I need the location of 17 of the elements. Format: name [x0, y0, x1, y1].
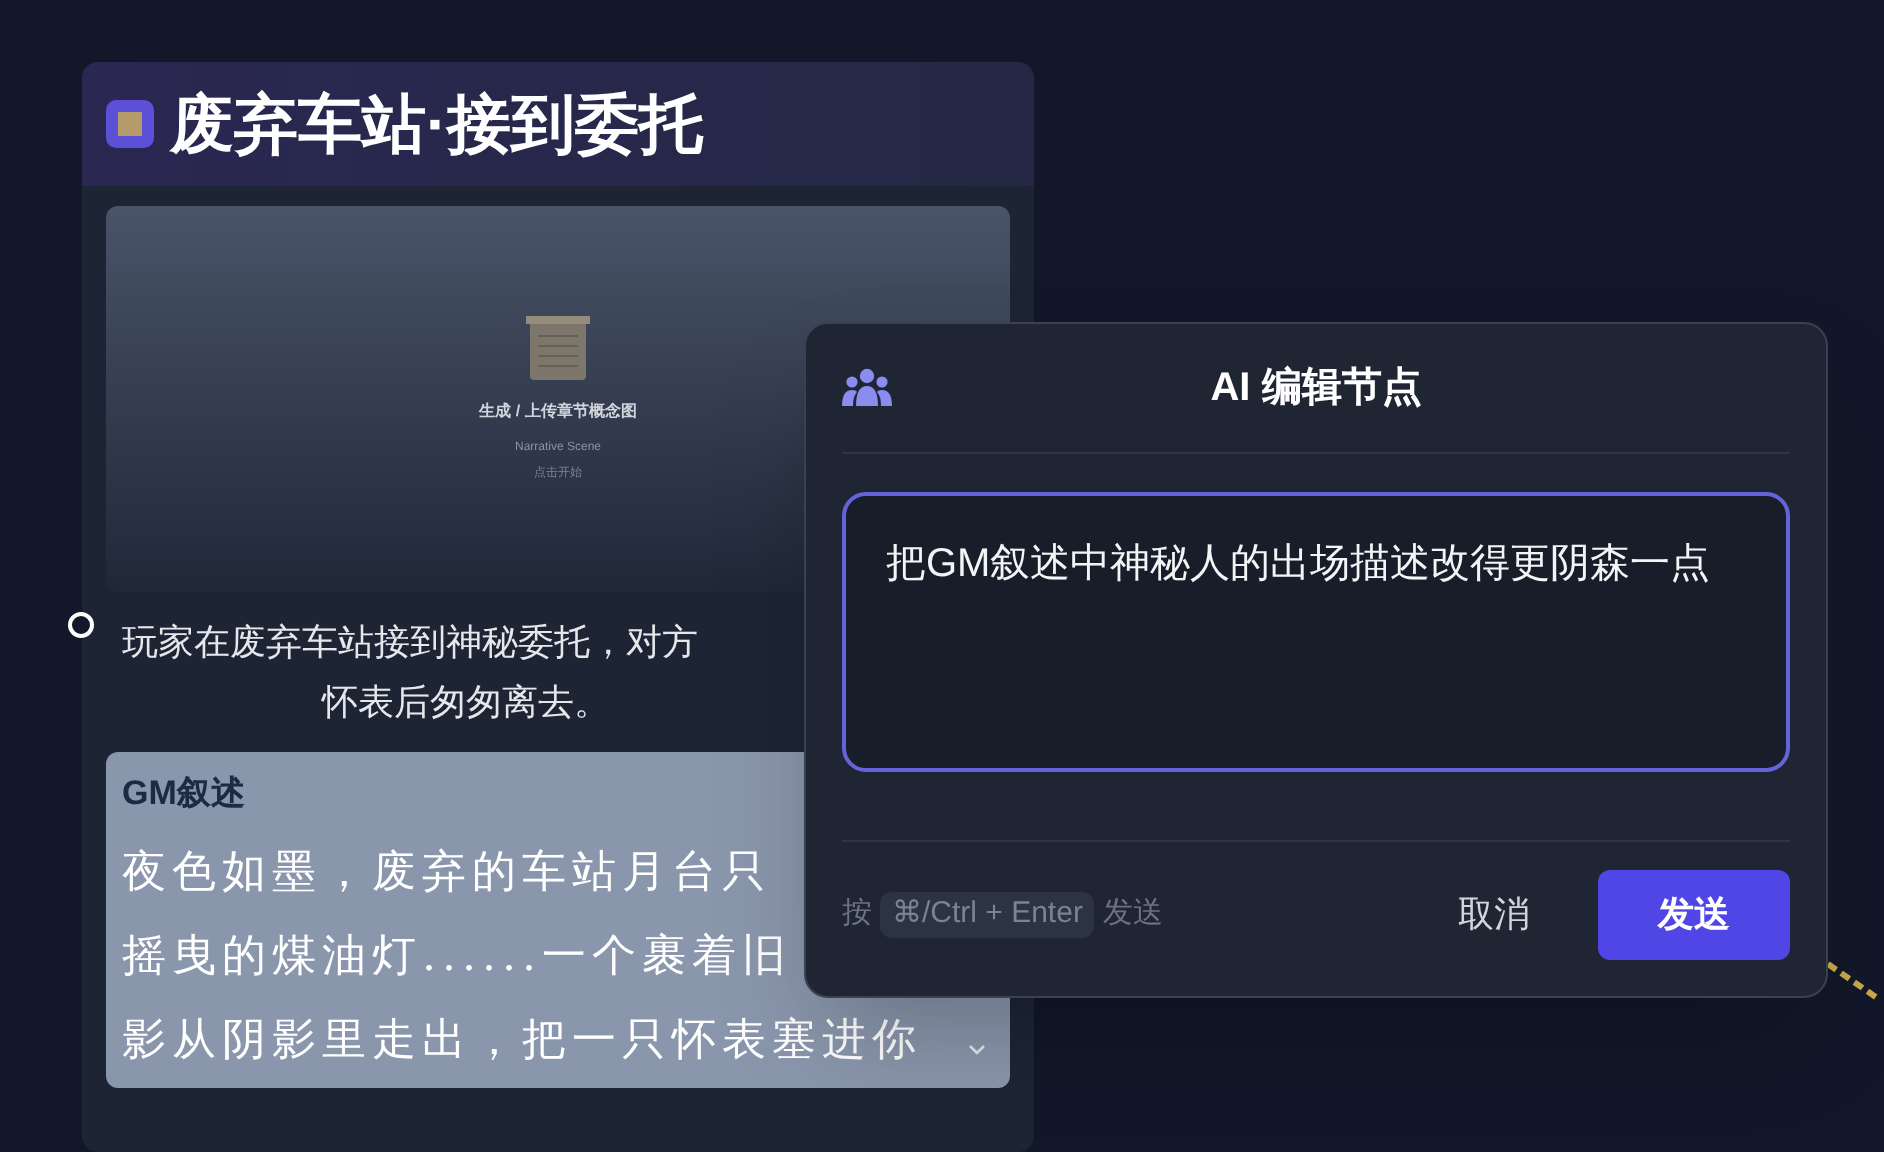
shortcut-key: ⌘/Ctrl + Enter: [880, 892, 1095, 938]
hint-text: 按: [842, 894, 872, 935]
hint-text: 发送: [1102, 894, 1163, 935]
dialog-title: AI 编辑节点: [1210, 363, 1422, 414]
summary-text: 怀表后匆匆离去。: [322, 680, 612, 726]
summary-text: 玩家在废弃车站接到神秘委托，对方: [122, 620, 698, 666]
send-button[interactable]: 发送: [1598, 870, 1790, 960]
prompt-field[interactable]: 把GM叙述中神秘人的出场描述改得更阴森一点: [842, 492, 1790, 772]
node-title: 废弃车站·接到委托: [170, 86, 704, 164]
narration-text: 影从阴影里走出，把一只怀表塞进你: [122, 1013, 922, 1069]
narration-text: 摇曳的煤油灯......一个裹着旧: [122, 929, 792, 985]
cancel-button[interactable]: 取消: [1434, 870, 1554, 960]
narration-text: 夜色如墨，废弃的车站月台只: [122, 845, 772, 901]
cover-title: 生成 / 上传章节概念图: [479, 399, 637, 423]
gm-label: GM叙述: [122, 772, 247, 816]
connection-handle[interactable]: [68, 612, 94, 638]
users-icon: [842, 368, 892, 408]
